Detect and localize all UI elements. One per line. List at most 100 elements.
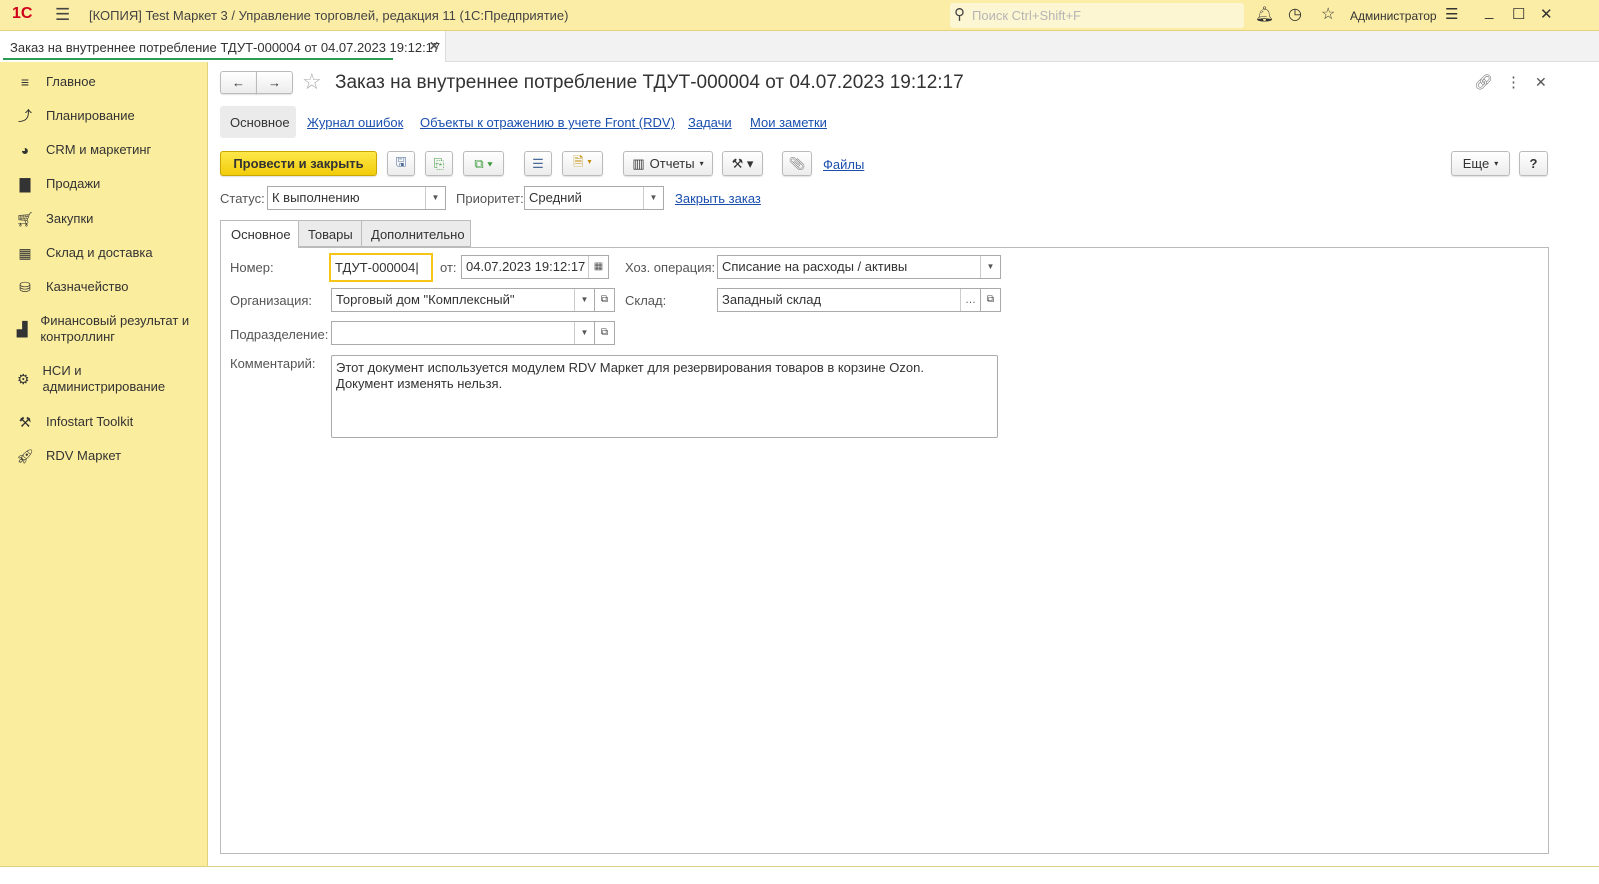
- org-select[interactable]: Торговый дом "Комплексный" ▼: [331, 288, 595, 312]
- sidebar-item-crm[interactable]: ◕ CRM и маркетинг: [16, 142, 152, 158]
- more-vertical-icon[interactable]: ⋮: [1506, 73, 1521, 91]
- tab-goods[interactable]: Товары: [298, 220, 362, 247]
- priority-label: Приоритет:: [456, 191, 524, 206]
- post-icon: ⎘: [433, 155, 445, 171]
- coins-icon: ⛁: [19, 279, 31, 295]
- ellipsis-select-icon[interactable]: …: [960, 289, 980, 311]
- operation-select[interactable]: Списание на расходы / активы ▼: [717, 255, 1001, 279]
- status-label: Статус:: [220, 191, 265, 206]
- date-value: 04.07.2023 19:12:17: [466, 259, 586, 274]
- operation-value: Списание на расходы / активы: [722, 259, 908, 274]
- files-link[interactable]: Файлы: [823, 157, 864, 172]
- comment-textarea[interactable]: Этот документ используется модулем RDV М…: [331, 355, 998, 438]
- open-division-icon[interactable]: ⧉: [595, 321, 615, 345]
- open-tab-label: Заказ на внутреннее потребление ТДУТ-000…: [10, 40, 441, 55]
- chevron-down-icon: ▼: [980, 256, 1000, 278]
- sidebar-item-label: CRM и маркетинг: [46, 142, 152, 157]
- favorite-star-icon[interactable]: ☆: [302, 69, 322, 95]
- sidebar-item-label: RDV Маркет: [46, 448, 122, 463]
- sidebar-item-rdv[interactable]: 🚀︎ RDV Маркет: [16, 448, 121, 464]
- sidebar: ≡ Главное ⤴ Планирование ◕ CRM и маркетинг …: [0, 62, 208, 868]
- cart-icon: 🛒︎: [16, 211, 34, 227]
- help-button[interactable]: ?: [1519, 151, 1548, 176]
- close-tab-icon[interactable]: ✕: [429, 39, 439, 53]
- sidebar-item-finance[interactable]: ▟ Финансовый результат и контроллинг: [16, 313, 196, 345]
- reports-button[interactable]: ▥ Отчеты ▾: [623, 151, 713, 176]
- bell-icon[interactable]: 🔔︎: [1255, 5, 1274, 23]
- sidebar-item-planning[interactable]: ⤴ Планирование: [16, 108, 135, 124]
- open-tabs-bar: Заказ на внутреннее потребление ТДУТ-000…: [0, 31, 1599, 62]
- priority-value: Средний: [529, 190, 582, 205]
- status-value: К выполнению: [272, 190, 360, 205]
- chevron-down-icon: ▼: [574, 289, 594, 311]
- number-input[interactable]: ТДУТ-000004|: [329, 253, 433, 282]
- gear-icon: ⚙: [16, 371, 30, 387]
- sidebar-item-purchases[interactable]: 🛒︎ Закупки: [16, 211, 93, 227]
- tab-additional-label: Дополнительно: [371, 227, 465, 242]
- star-icon[interactable]: ☆: [1321, 4, 1335, 24]
- nav-tasks[interactable]: Задачи: [688, 115, 732, 130]
- sidebar-item-warehouse[interactable]: ▦ Склад и доставка: [16, 245, 153, 261]
- print-button[interactable]: 🗎 ▾: [562, 151, 603, 176]
- calendar-icon[interactable]: ▦: [588, 256, 608, 278]
- status-select[interactable]: К выполнению ▼: [267, 186, 446, 210]
- tab-main-label: Основное: [231, 227, 291, 242]
- tools-button[interactable]: ⚒ ▾: [722, 151, 763, 176]
- user-name[interactable]: Администратор: [1350, 9, 1437, 23]
- post-and-close-button[interactable]: Провести и закрыть: [220, 151, 377, 176]
- sidebar-item-label: НСИ и администрирование: [42, 363, 166, 394]
- more-button[interactable]: Еще ▾: [1451, 151, 1510, 176]
- page-title: Заказ на внутреннее потребление ТДУТ-000…: [335, 72, 964, 93]
- save-icon: 🖫: [395, 153, 407, 169]
- tools-icon: ⚒ ▾: [731, 155, 754, 171]
- close-window-icon[interactable]: ✕: [1540, 5, 1553, 23]
- link-icon[interactable]: 🔗︎: [1474, 73, 1493, 91]
- back-button[interactable]: ←: [220, 71, 257, 94]
- bar-chart-icon: ▟: [16, 321, 28, 337]
- minimize-icon[interactable]: _: [1485, 3, 1493, 20]
- create-based-on-button[interactable]: ⧉ ▾: [463, 151, 504, 176]
- close-order-link[interactable]: Закрыть заказ: [675, 191, 761, 206]
- attach-button[interactable]: 📎︎: [782, 151, 812, 176]
- sidebar-item-admin[interactable]: ⚙ НСИ и администрирование: [16, 363, 176, 395]
- chart-line-icon: ⤴: [18, 108, 32, 124]
- sidebar-item-label: Финансовый результат и контроллинг: [40, 313, 190, 344]
- warehouse-input[interactable]: Западный склад …: [717, 288, 981, 312]
- settings-menu-icon[interactable]: ☰: [1445, 5, 1458, 23]
- sidebar-item-main[interactable]: ≡ Главное: [16, 74, 96, 90]
- number-label: Номер:: [230, 260, 274, 275]
- sidebar-item-label: Планирование: [46, 108, 135, 123]
- open-tab[interactable]: Заказ на внутреннее потребление ТДУТ-000…: [0, 31, 446, 62]
- division-select[interactable]: ▼: [331, 321, 595, 345]
- save-button[interactable]: 🖫: [387, 151, 415, 176]
- structure-button[interactable]: ☰: [524, 151, 552, 176]
- close-form-icon[interactable]: ✕: [1535, 74, 1547, 91]
- nav-front-objects[interactable]: Объекты к отражению в учете Front (RDV): [420, 115, 675, 130]
- sidebar-item-treasury[interactable]: ⛁ Казначейство: [16, 279, 128, 295]
- org-label: Организация:: [230, 293, 313, 308]
- logo-1c: 1С: [12, 5, 33, 22]
- priority-select[interactable]: Средний ▼: [524, 186, 664, 210]
- main-menu-icon[interactable]: ☰: [55, 5, 70, 25]
- sidebar-item-label: Казначейство: [46, 279, 129, 294]
- sidebar-item-infostart[interactable]: ⚒ Infostart Toolkit: [16, 414, 133, 430]
- number-value: ТДУТ-000004: [335, 260, 416, 275]
- nav-notes[interactable]: Мои заметки: [750, 115, 827, 130]
- nav-error-log[interactable]: Журнал ошибок: [307, 115, 403, 130]
- tab-additional[interactable]: Дополнительно: [361, 220, 471, 247]
- history-icon[interactable]: ◷: [1288, 4, 1302, 24]
- search-input[interactable]: ⚲ Поиск Ctrl+Shift+F: [950, 3, 1244, 28]
- warehouse-value: Западный склад: [722, 292, 822, 307]
- sidebar-item-label: Склад и доставка: [46, 245, 153, 260]
- maximize-icon[interactable]: ☐: [1512, 5, 1525, 23]
- comment-label: Комментарий:: [230, 356, 316, 371]
- open-org-icon[interactable]: ⧉: [595, 288, 615, 312]
- forward-button[interactable]: →: [256, 71, 293, 94]
- tab-main[interactable]: Основное: [220, 220, 299, 248]
- open-warehouse-icon[interactable]: ⧉: [981, 288, 1001, 312]
- date-input[interactable]: 04.07.2023 19:12:17 ▦: [461, 255, 609, 279]
- window-bottom: [0, 866, 1599, 884]
- post-button[interactable]: ⎘: [425, 151, 453, 176]
- sidebar-item-sales[interactable]: ▇ Продажи: [16, 176, 101, 192]
- nav-main[interactable]: Основное: [220, 106, 296, 138]
